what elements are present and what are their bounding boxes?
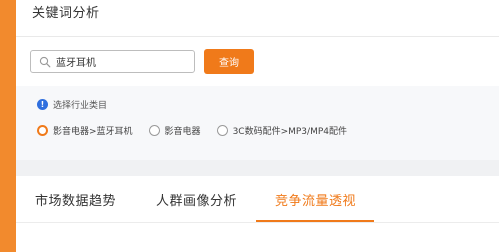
keyword-analysis-panel: 关键词分析 查询 ! 选择行业类目 影音电器>蓝牙耳机 影音电器	[16, 0, 499, 160]
info-icon: !	[37, 99, 48, 110]
tab-audience-profile[interactable]: 人群画像分析	[156, 190, 237, 209]
industry-hint: ! 选择行业类目	[37, 98, 107, 111]
search-box[interactable]	[30, 50, 195, 73]
radio-label: 影音电器	[164, 127, 201, 137]
radio-label: 影音电器>蓝牙耳机	[53, 127, 133, 137]
radio-option-3c-mp3-accessories[interactable]: 3C数码配件>MP3/MP4配件	[216, 124, 347, 137]
search-icon	[37, 54, 53, 70]
radio-label: 3C数码配件>MP3/MP4配件	[232, 127, 347, 137]
radio-button-checked[interactable]	[37, 125, 48, 136]
industry-hint-label: 选择行业类目	[53, 101, 108, 111]
radio-option-audio-bluetooth-earphones[interactable]: 影音电器>蓝牙耳机	[37, 124, 133, 137]
title-divider	[16, 36, 499, 37]
industry-radio-group: 影音电器>蓝牙耳机 影音电器 3C数码配件>MP3/MP4配件	[37, 124, 363, 137]
tab-competition-traffic[interactable]: 竞争流量透视	[275, 190, 356, 209]
tab-market-trends[interactable]: 市场数据趋势	[35, 190, 116, 209]
radio-option-audio-appliances[interactable]: 影音电器	[148, 124, 201, 137]
tabs-divider	[16, 222, 499, 223]
analysis-tabs-panel: 市场数据趋势 人群画像分析 竞争流量透视	[16, 176, 499, 252]
radio-button[interactable]	[216, 125, 228, 136]
industry-filter-area: ! 选择行业类目 影音电器>蓝牙耳机 影音电器 3C数码配件>MP3/MP4配件	[16, 86, 499, 160]
radio-button[interactable]	[148, 125, 160, 136]
query-button[interactable]: 查询	[204, 49, 254, 74]
search-input[interactable]	[56, 56, 186, 67]
page-title: 关键词分析	[32, 6, 100, 21]
left-edge-strip	[0, 0, 16, 252]
